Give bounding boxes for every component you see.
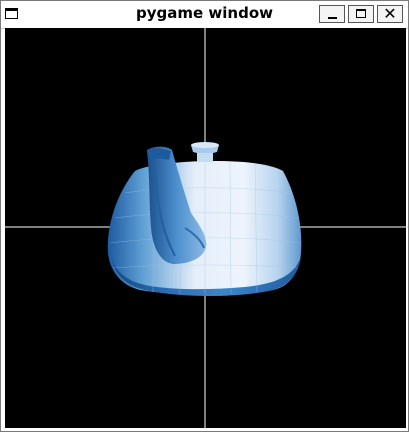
- minimize-icon: [328, 17, 337, 19]
- render-viewport[interactable]: [5, 28, 406, 428]
- scene-svg: [5, 28, 406, 428]
- title-bar[interactable]: pygame window ✕: [1, 1, 408, 29]
- app-window: pygame window ✕: [0, 0, 409, 432]
- window-title: pygame window: [136, 4, 273, 22]
- minimize-button[interactable]: [319, 5, 345, 23]
- close-button[interactable]: ✕: [377, 5, 403, 23]
- teapot-model: [107, 142, 302, 296]
- maximize-icon: [356, 9, 366, 18]
- maximize-button[interactable]: [348, 5, 374, 23]
- close-icon: ✕: [383, 4, 397, 23]
